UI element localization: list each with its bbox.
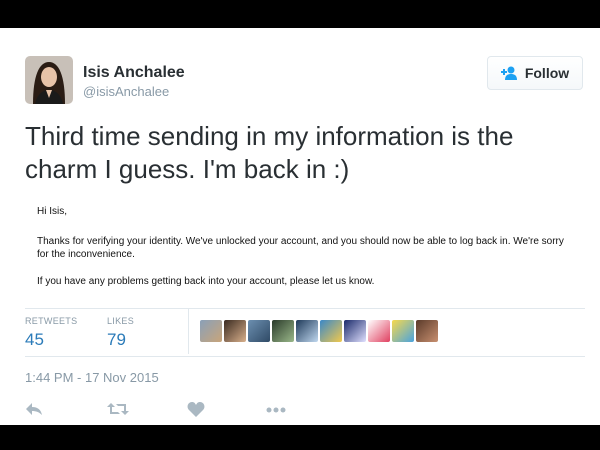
liker-avatar[interactable]: [248, 320, 270, 342]
divider: [25, 308, 585, 309]
retweet-icon[interactable]: [107, 402, 129, 416]
liker-avatar[interactable]: [200, 320, 222, 342]
liker-avatar[interactable]: [392, 320, 414, 342]
user-name[interactable]: Isis Anchalee: [83, 64, 185, 82]
tweet-text: Third time sending in my information is …: [25, 121, 514, 184]
follow-button-label: Follow: [524, 65, 570, 81]
retweets-label: RETWEETS: [25, 316, 78, 326]
liker-avatar[interactable]: [296, 320, 318, 342]
email-greeting: Hi Isis,: [37, 206, 67, 217]
liker-avatar[interactable]: [416, 320, 438, 342]
retweets-count[interactable]: 45: [25, 330, 44, 350]
email-paragraph: If you have any problems getting back in…: [37, 276, 375, 287]
reply-icon[interactable]: [25, 402, 43, 416]
tweet-card: Isis Anchalee @isisAnchalee Follow Third…: [0, 28, 600, 425]
liker-avatar[interactable]: [272, 320, 294, 342]
liker-avatar[interactable]: [224, 320, 246, 342]
liker-avatar[interactable]: [344, 320, 366, 342]
liker-avatar[interactable]: [320, 320, 342, 342]
add-user-icon: [500, 66, 519, 80]
more-icon[interactable]: [266, 407, 286, 413]
email-paragraph: Thanks for verifying your identity. We'v…: [37, 236, 564, 260]
liker-avatars: [200, 320, 438, 342]
follow-button[interactable]: Follow: [487, 56, 583, 90]
divider: [25, 356, 585, 357]
timestamp[interactable]: 1:44 PM - 17 Nov 2015: [25, 370, 159, 385]
user-handle[interactable]: @isisAnchalee: [83, 84, 169, 99]
stats-separator: [188, 308, 189, 354]
avatar[interactable]: [25, 56, 73, 104]
like-icon[interactable]: [187, 402, 205, 418]
likes-label: LIKES: [107, 316, 135, 326]
liker-avatar[interactable]: [368, 320, 390, 342]
likes-count[interactable]: 79: [107, 330, 126, 350]
